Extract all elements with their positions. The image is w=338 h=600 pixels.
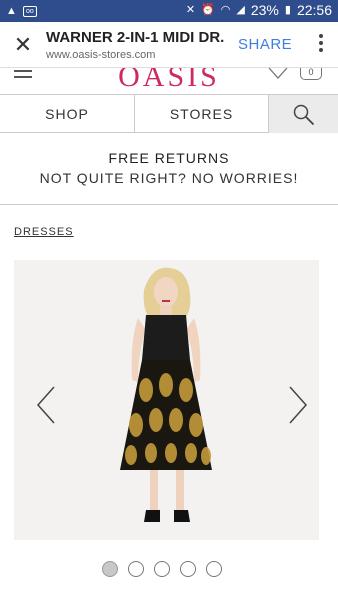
chevron-right-icon[interactable]	[286, 385, 310, 425]
nav-shop[interactable]: SHOP	[0, 95, 135, 133]
carousel-dot[interactable]	[206, 561, 222, 577]
bag-count: 0	[308, 68, 314, 77]
chevron-left-icon[interactable]	[34, 385, 58, 425]
free-returns-banner: FREE RETURNS NOT QUITE RIGHT? NO WORRIES…	[0, 150, 338, 186]
promo-heading: FREE RETURNS	[108, 150, 230, 166]
close-icon[interactable]: ✕	[10, 32, 36, 58]
mute-icon: ✕	[185, 4, 196, 16]
battery-icon: ▮	[284, 4, 291, 16]
nav-stores[interactable]: STORES	[135, 95, 269, 133]
main-nav: SHOP STORES	[0, 95, 338, 133]
warning-icon: ▲	[6, 5, 17, 17]
share-button[interactable]: SHARE	[238, 36, 292, 53]
search-icon	[293, 104, 315, 126]
product-photo	[14, 260, 319, 540]
status-bar: ▲ oo ✕ ⏰ ◠ ◢ 23% ▮ 22:56	[0, 0, 338, 22]
carousel-dot[interactable]	[180, 561, 196, 577]
divider	[0, 204, 338, 205]
promo-subheading: NOT QUITE RIGHT? NO WORRIES!	[39, 170, 299, 186]
site-header: OASIS 0	[0, 68, 338, 95]
signal-icon: ◢	[236, 4, 245, 16]
product-image[interactable]	[14, 260, 319, 540]
voicemail-icon: oo	[22, 5, 37, 17]
more-vert-icon[interactable]	[318, 34, 324, 56]
carousel-dot[interactable]	[102, 561, 118, 577]
bag-icon[interactable]: 0	[300, 68, 322, 80]
carousel-dot[interactable]	[128, 561, 144, 577]
custom-tab-toolbar: ✕ WARNER 2-IN-1 MIDI DR... www.oasis-sto…	[0, 22, 338, 68]
wishlist-icon[interactable]	[268, 68, 288, 80]
page-url: www.oasis-stores.com	[46, 49, 156, 61]
carousel-dot[interactable]	[154, 561, 170, 577]
alarm-icon: ⏰	[201, 4, 215, 16]
page-title: WARNER 2-IN-1 MIDI DR...	[46, 29, 224, 46]
carousel-dots	[102, 561, 222, 577]
clock: 22:56	[296, 2, 332, 18]
battery-percent: 23%	[250, 2, 279, 18]
wifi-icon: ◠	[220, 4, 231, 16]
search-button[interactable]	[269, 95, 338, 133]
breadcrumb-dresses[interactable]: DRESSES	[14, 226, 74, 238]
